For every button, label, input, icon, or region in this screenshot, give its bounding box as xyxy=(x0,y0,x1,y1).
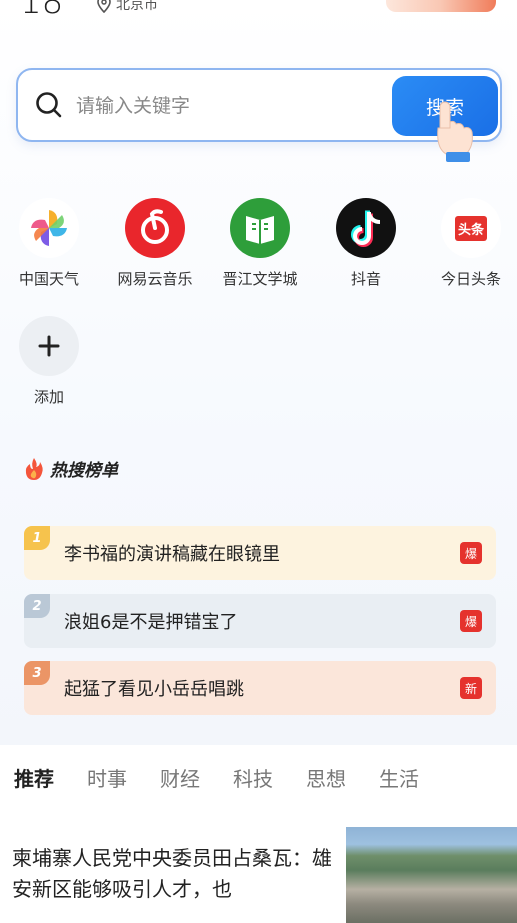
hot-list-title-text: 热搜榜单 xyxy=(50,461,118,481)
hot-item-1[interactable]: 1 李书福的演讲稿藏在眼镜里 爆 xyxy=(24,526,496,580)
article-thumbnail[interactable] xyxy=(346,827,517,923)
search-input[interactable] xyxy=(74,88,398,124)
app-label: 添加 xyxy=(33,388,64,406)
top-area: 18 北京市 搜索 xyxy=(0,0,517,745)
jinjiang-book-icon xyxy=(230,198,290,258)
netease-music-icon xyxy=(125,198,185,258)
toutiao-badge: 头条 xyxy=(454,215,487,241)
rank-badge: 1 xyxy=(24,526,50,550)
app-douyin[interactable]: 抖音 xyxy=(321,198,411,289)
tab-recommend[interactable]: 推荐 xyxy=(14,763,54,792)
hot-item-3[interactable]: 3 起猛了看见小岳岳唱跳 新 xyxy=(24,661,496,715)
add-app-button[interactable]: 添加 xyxy=(4,316,94,407)
tab-current-affairs[interactable]: 时事 xyxy=(87,763,127,792)
tab-tech[interactable]: 科技 xyxy=(233,763,273,792)
temperature: 18 xyxy=(20,0,64,22)
hot-tag: 爆 xyxy=(460,610,482,632)
hot-item-2[interactable]: 2 浪姐6是不是押错宝了 爆 xyxy=(24,594,496,648)
app-label: 中国天气 xyxy=(18,270,79,288)
tab-finance[interactable]: 财经 xyxy=(160,763,200,792)
app-label: 晋江文学城 xyxy=(222,270,298,288)
article-title[interactable]: 柬埔寨人民党中央委员田占桑瓦：雄安新区能够吸引人才，也 xyxy=(12,843,334,905)
location[interactable]: 北京市 xyxy=(96,0,158,14)
hot-item-text: 起猛了看见小岳岳唱跳 xyxy=(64,679,244,700)
search-icon xyxy=(36,92,62,118)
news-feed: 推荐 时事 财经 科技 思想 生活 柬埔寨人民党中央委员田占桑瓦：雄安新区能够吸… xyxy=(0,745,517,923)
fire-icon xyxy=(25,457,43,480)
app-weather[interactable]: 中国天气 xyxy=(4,198,94,289)
tab-thought[interactable]: 思想 xyxy=(306,763,346,792)
hot-tag: 爆 xyxy=(460,542,482,564)
hot-tag: 新 xyxy=(460,677,482,699)
location-pin-icon xyxy=(97,0,111,13)
rank-badge: 2 xyxy=(24,594,50,618)
rank-badge: 3 xyxy=(24,661,50,685)
hot-item-text: 浪姐6是不是押错宝了 xyxy=(64,612,238,633)
toutiao-icon: 头条 xyxy=(441,198,501,258)
pointing-hand-icon xyxy=(437,101,473,162)
app-label: 网易云音乐 xyxy=(117,270,193,288)
app-label: 今日头条 xyxy=(440,270,501,288)
app-jinjiang[interactable]: 晋江文学城 xyxy=(215,198,305,289)
app-netease-music[interactable]: 网易云音乐 xyxy=(110,198,200,289)
tab-life[interactable]: 生活 xyxy=(379,763,419,792)
promo-banner[interactable] xyxy=(386,0,496,12)
feed-tabs: 推荐 时事 财经 科技 思想 生活 xyxy=(14,763,419,792)
app-label: 抖音 xyxy=(350,270,381,288)
plus-icon xyxy=(19,316,79,376)
hot-item-text: 李书福的演讲稿藏在眼镜里 xyxy=(64,544,280,565)
douyin-icon xyxy=(336,198,396,258)
hot-list-title: 热搜榜单 xyxy=(24,456,118,481)
weather-pinwheel-icon xyxy=(19,198,79,258)
app-toutiao[interactable]: 头条 今日头条 xyxy=(426,198,516,289)
location-label: 北京市 xyxy=(116,0,158,13)
